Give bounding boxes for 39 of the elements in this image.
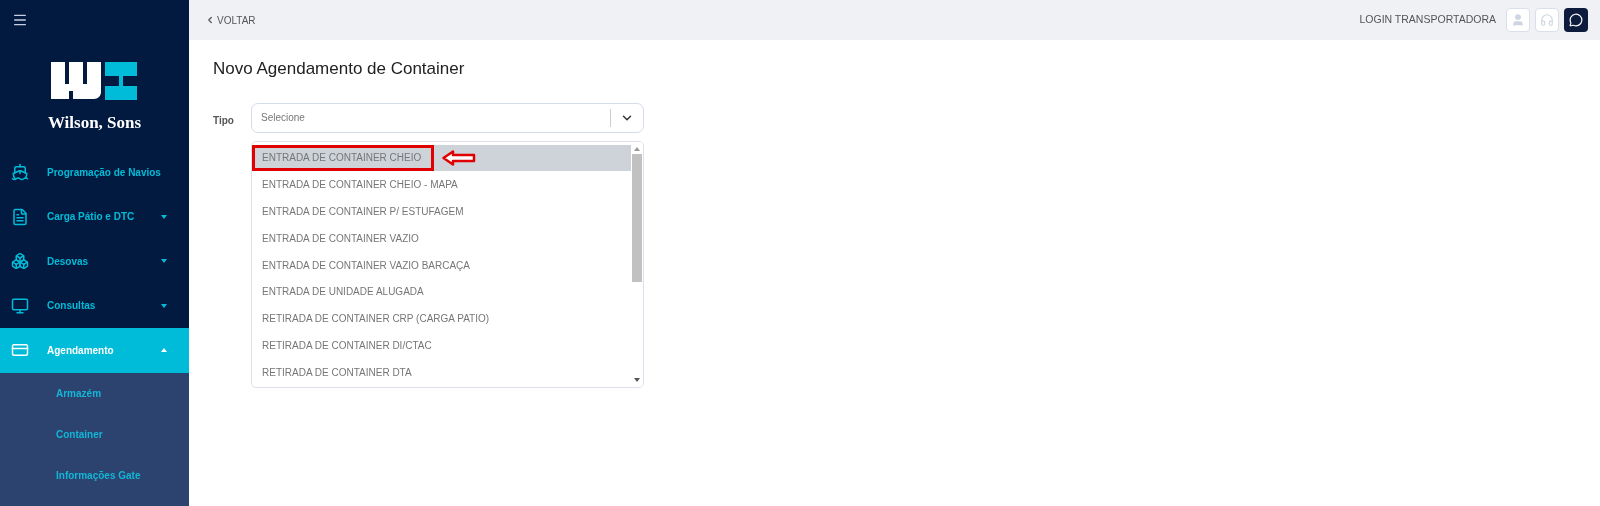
dropdown-option[interactable]: ENTRADA DE CONTAINER VAZIO BARCAÇA	[252, 251, 631, 279]
sidebar-item[interactable]: Desovas	[0, 239, 189, 284]
caret-down-icon	[161, 214, 167, 219]
sidebar-item[interactable]: Consultas	[0, 283, 189, 328]
dropdown-option[interactable]: RETIRADA DE CONTAINER DI/CTAC	[252, 332, 631, 359]
type-select[interactable]: Selecione	[251, 102, 644, 133]
dropdown-option[interactable]: ENTRADA DE CONTAINER CHEIO	[252, 144, 631, 172]
item-icon	[11, 163, 29, 182]
chat-icon[interactable]	[1564, 8, 1588, 32]
caret-down-icon	[161, 259, 167, 264]
dropdown-option[interactable]: ENTRADA DE UNIDADE ALUGADA	[252, 278, 631, 306]
caret-up-icon	[161, 348, 167, 353]
type-input[interactable]: Selecione	[252, 110, 610, 125]
field-label: Tipo	[213, 113, 235, 128]
user-icon[interactable]	[1506, 8, 1530, 32]
item-icon	[11, 252, 29, 271]
submenu-item[interactable]: Informações Gate	[0, 454, 189, 496]
back-link[interactable]: VOLTAR	[205, 12, 256, 28]
item-icon	[11, 207, 29, 226]
dropdown-option[interactable]: ENTRADA DE CONTAINER CHEIO - MAPA	[252, 171, 631, 199]
scroll-down-icon[interactable]	[634, 377, 640, 382]
submenu-item[interactable]: Armazém	[0, 372, 189, 414]
dropdown-option[interactable]: RETIRADA DE CONTAINER DTA	[252, 358, 631, 386]
user-label: LOGIN TRANSPORTADORA	[1359, 12, 1496, 28]
brand-name: Wilson, Sons	[47, 112, 142, 134]
menu-icon[interactable]	[12, 12, 28, 28]
sidebar-item[interactable]: Carga Pátio e DTC	[0, 194, 189, 239]
sidebar-item[interactable]: Programação de Navios	[0, 150, 189, 195]
arrow-left-icon	[442, 149, 477, 166]
scroll-up-icon[interactable]	[634, 146, 640, 151]
scrollbar[interactable]	[631, 141, 643, 387]
item-icon	[11, 296, 29, 315]
caret-down-icon	[161, 303, 167, 308]
dropdown-option[interactable]: ENTRADA DE CONTAINER P/ ESTUFAGEM	[252, 198, 631, 225]
submenu-item[interactable]: Container	[0, 413, 189, 455]
chevron-left-icon	[205, 15, 215, 25]
dropdown-option[interactable]: ENTRADA DE CONTAINER VAZIO	[252, 224, 631, 252]
page-title: Novo Agendamento de Container	[213, 58, 466, 80]
dropdown-option[interactable]: RETIRADA DE CONTAINER CRP (CARGA PATIO)	[252, 305, 631, 333]
